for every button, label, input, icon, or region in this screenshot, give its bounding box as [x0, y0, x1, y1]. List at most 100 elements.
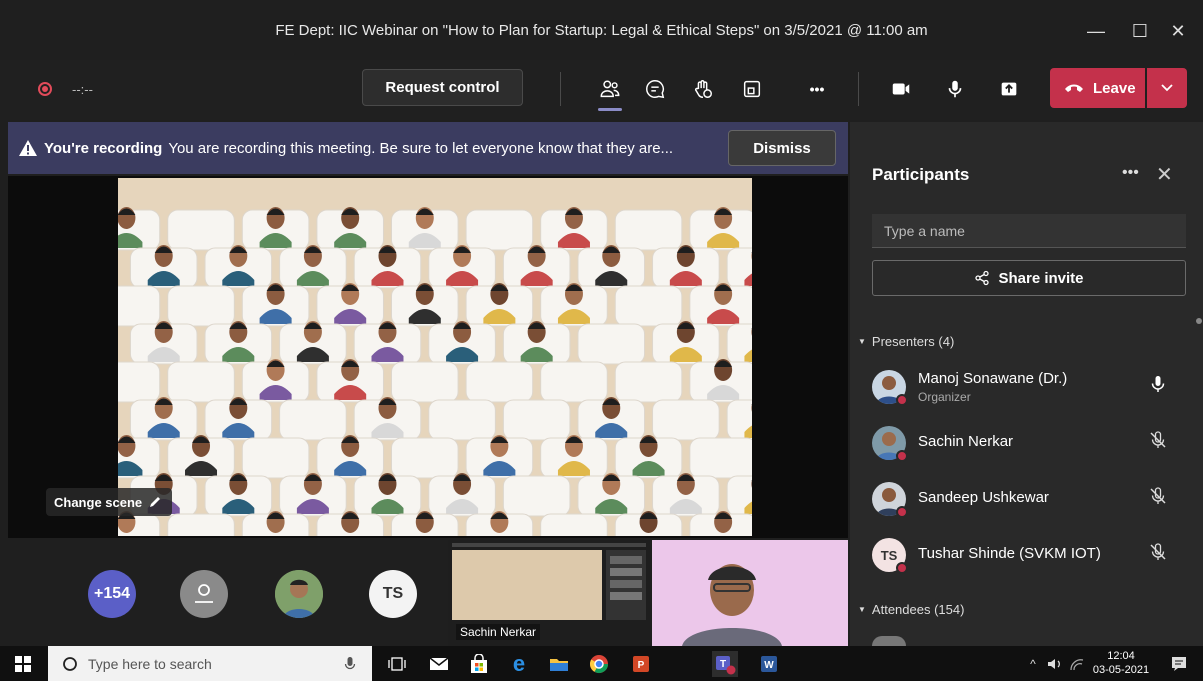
clock-date: 03-05-2021 — [1092, 664, 1150, 676]
powerpoint-icon[interactable]: P — [628, 651, 654, 677]
meeting-stage: Change scene — [8, 176, 848, 538]
caret-down-icon: ▼ — [858, 337, 866, 346]
svg-text:W: W — [764, 660, 774, 671]
dismiss-button[interactable]: Dismiss — [728, 130, 836, 166]
overflow-participants-avatar[interactable]: +154 — [88, 570, 136, 618]
leave-label: Leave — [1093, 79, 1136, 97]
participant-row[interactable]: Sachin Nerkar — [872, 420, 1182, 464]
chat-icon[interactable] — [638, 72, 672, 106]
change-scene-label: Change scene — [54, 494, 143, 510]
task-view-icon[interactable] — [384, 651, 410, 677]
word-icon[interactable]: W — [756, 651, 782, 677]
svg-text:T: T — [720, 659, 726, 670]
recording-banner-heading: You're recording — [44, 140, 163, 157]
participant-avatar[interactable] — [180, 570, 228, 618]
people-icon[interactable] — [593, 72, 627, 106]
pencil-icon — [150, 497, 161, 507]
reactions-icon[interactable] — [686, 72, 720, 106]
edge-browser-icon[interactable]: e — [506, 651, 532, 677]
taskbar-search-box[interactable]: Type here to search — [48, 646, 372, 681]
breakout-rooms-icon[interactable] — [735, 72, 769, 106]
network-icon[interactable] — [1064, 651, 1090, 677]
participant-row[interactable]: Sandeep Ushkewar — [872, 476, 1182, 520]
notifications-icon[interactable] — [1166, 651, 1192, 677]
microphone-muted-icon — [1150, 543, 1166, 560]
request-control-button[interactable]: Request control — [362, 69, 523, 106]
toolbar-divider — [560, 72, 561, 106]
title-bar: FE Dept: IIC Webinar on "How to Plan for… — [0, 0, 1203, 60]
chevron-down-icon — [1161, 84, 1173, 92]
close-window-button[interactable]: ✕ — [1158, 16, 1198, 46]
change-scene-button[interactable]: Change scene — [46, 488, 173, 516]
maximize-button[interactable]: ☐ — [1120, 16, 1160, 46]
microphone-icon — [1151, 376, 1165, 392]
chrome-icon[interactable] — [586, 651, 612, 677]
presenter-video-tile[interactable] — [652, 540, 848, 646]
participant-row[interactable]: TS Tushar Shinde (SVKM IOT) — [872, 532, 1182, 576]
together-mode-scene — [118, 178, 752, 536]
presence-badge-icon — [896, 394, 908, 406]
participant-row[interactable]: Manoj Sonawane (Dr.) Organizer — [872, 364, 1182, 408]
camera-icon[interactable] — [884, 72, 918, 106]
search-icon — [63, 656, 77, 671]
taskbar-search-placeholder: Type here to search — [88, 655, 212, 672]
panel-close-icon[interactable]: ✕ — [1156, 162, 1173, 187]
window-title: FE Dept: IIC Webinar on "How to Plan for… — [275, 22, 928, 39]
voice-search-icon — [344, 656, 356, 669]
microphone-muted-icon — [1150, 487, 1166, 504]
presenters-section-header[interactable]: ▼ Presenters (4) — [858, 334, 954, 349]
presence-badge-icon — [896, 450, 908, 462]
active-tab-indicator — [598, 108, 622, 111]
recording-banner-text: You're recording You are recording this m… — [44, 140, 673, 157]
auditorium-seats-image — [118, 178, 752, 536]
teams-icon[interactable]: T — [712, 651, 738, 677]
participant-name: Sandeep Ushkewar — [918, 489, 1049, 506]
hangup-icon — [1065, 84, 1083, 92]
meeting-toolbar: --:-- Request control ••• Leave — [0, 60, 1203, 120]
participant-photo-avatar[interactable] — [275, 570, 323, 618]
teams-meeting-window: FE Dept: IIC Webinar on "How to Plan for… — [0, 0, 1203, 681]
caret-down-icon: ▼ — [858, 605, 866, 614]
share-invite-button[interactable]: Share invite — [872, 260, 1186, 296]
partial-avatar — [872, 636, 906, 646]
share-icon — [975, 270, 990, 286]
warning-icon — [19, 140, 37, 156]
store-icon[interactable] — [466, 651, 492, 677]
attendees-section-header[interactable]: ▼ Attendees (154) — [858, 602, 964, 617]
microphone-icon[interactable] — [938, 72, 972, 106]
recording-banner: You're recording You are recording this m… — [8, 122, 848, 174]
participant-initials-avatar[interactable]: TS — [369, 570, 417, 618]
svg-text:P: P — [638, 660, 645, 671]
attendees-heading: Attendees (154) — [871, 602, 965, 617]
person-photo-icon — [275, 570, 323, 618]
participant-name: Manoj Sonawane (Dr.) — [918, 370, 1068, 387]
taskbar-clock[interactable]: 12:04 03-05-2021 — [1090, 649, 1152, 677]
scrollbar-thumb[interactable] — [1196, 318, 1202, 324]
panel-more-icon[interactable]: ••• — [1122, 164, 1139, 182]
share-invite-label: Share invite — [998, 269, 1084, 287]
toolbar-divider — [858, 72, 859, 106]
leave-options-button[interactable] — [1147, 68, 1187, 108]
participant-search-input[interactable] — [872, 214, 1186, 248]
recording-timer: --:-- — [72, 82, 93, 97]
mail-icon[interactable] — [426, 651, 452, 677]
share-presenter-name: Sachin Nerkar — [456, 624, 541, 640]
leave-button[interactable]: Leave — [1050, 68, 1145, 108]
windows-taskbar: Type here to search e P T W ^ 12:04 03-0… — [0, 646, 1203, 681]
presenters-heading: Presenters (4) — [871, 334, 955, 349]
share-screen-icon[interactable] — [992, 72, 1026, 106]
presence-badge-icon — [896, 562, 908, 574]
windows-start-icon[interactable] — [10, 651, 36, 677]
minimize-button[interactable]: — — [1076, 16, 1116, 46]
participant-name: Tushar Shinde (SVKM IOT) — [918, 545, 1101, 562]
presenter-video-image — [652, 540, 848, 646]
more-actions-icon[interactable]: ••• — [800, 72, 834, 106]
participant-role: Organizer — [918, 390, 971, 404]
clock-time: 12:04 — [1107, 650, 1135, 662]
presence-badge-icon — [896, 506, 908, 518]
participant-name: Sachin Nerkar — [918, 433, 1014, 450]
screen-share-tile[interactable]: Sachin Nerkar — [448, 540, 650, 646]
participant-strip: +154 TS Sachin Nerkar — [8, 540, 848, 646]
file-explorer-icon[interactable] — [546, 651, 572, 677]
recording-indicator-icon — [38, 82, 52, 96]
